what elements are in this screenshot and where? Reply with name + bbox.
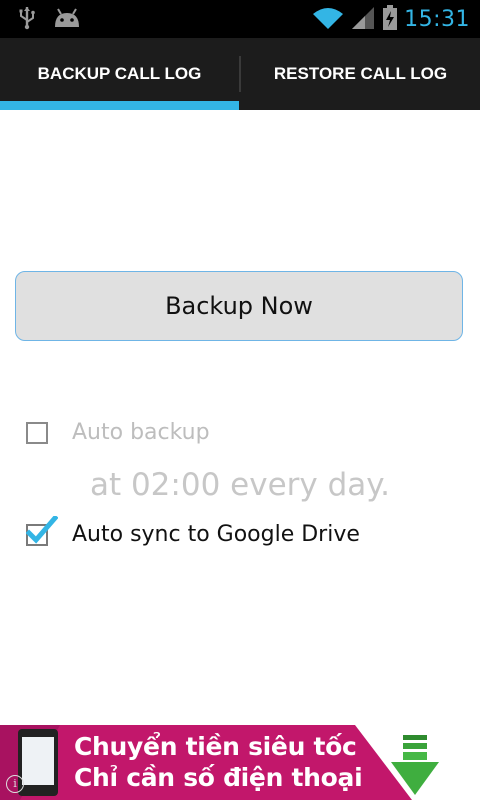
info-icon[interactable]: i xyxy=(6,775,24,793)
backup-now-label: Backup Now xyxy=(165,292,313,320)
schedule-text[interactable]: at 02:00 every day. xyxy=(0,467,480,503)
status-bar: 15:31 xyxy=(0,0,480,38)
auto-sync-option[interactable]: Auto sync to Google Drive xyxy=(26,515,360,547)
auto-backup-label: Auto backup xyxy=(72,420,210,445)
signal-icon xyxy=(350,6,376,34)
tab-label: BACKUP CALL LOG xyxy=(37,64,202,83)
auto-backup-checkbox[interactable] xyxy=(26,421,48,444)
auto-sync-label: Auto sync to Google Drive xyxy=(72,522,360,547)
ad-subline: Chỉ cần số điện thoại xyxy=(74,763,363,792)
battery-charging-icon xyxy=(382,5,398,35)
wifi-icon xyxy=(312,6,344,34)
phone-image xyxy=(18,729,58,796)
download-arrow-icon[interactable] xyxy=(380,725,480,800)
tab-bar: BACKUP CALL LOG RESTORE CALL LOG xyxy=(0,38,480,110)
selected-tab-indicator xyxy=(0,101,239,110)
phone-screen xyxy=(22,737,54,785)
tab-backup-call-log[interactable]: BACKUP CALL LOG xyxy=(0,38,239,110)
auto-backup-option[interactable]: Auto backup xyxy=(26,420,210,445)
tab-restore-call-log[interactable]: RESTORE CALL LOG xyxy=(241,38,480,110)
checkmark-icon xyxy=(26,515,58,544)
ad-banner[interactable]: Chuyển tiền siêu tốc Chỉ cần số điện tho… xyxy=(0,725,480,800)
usb-icon xyxy=(18,6,36,34)
tab-label: RESTORE CALL LOG xyxy=(273,64,448,83)
backup-now-button[interactable]: Backup Now xyxy=(15,271,463,341)
auto-sync-checkbox[interactable] xyxy=(26,515,58,546)
ad-headline: Chuyển tiền siêu tốc xyxy=(74,732,357,761)
android-icon xyxy=(52,7,82,33)
clock: 15:31 xyxy=(404,7,470,32)
